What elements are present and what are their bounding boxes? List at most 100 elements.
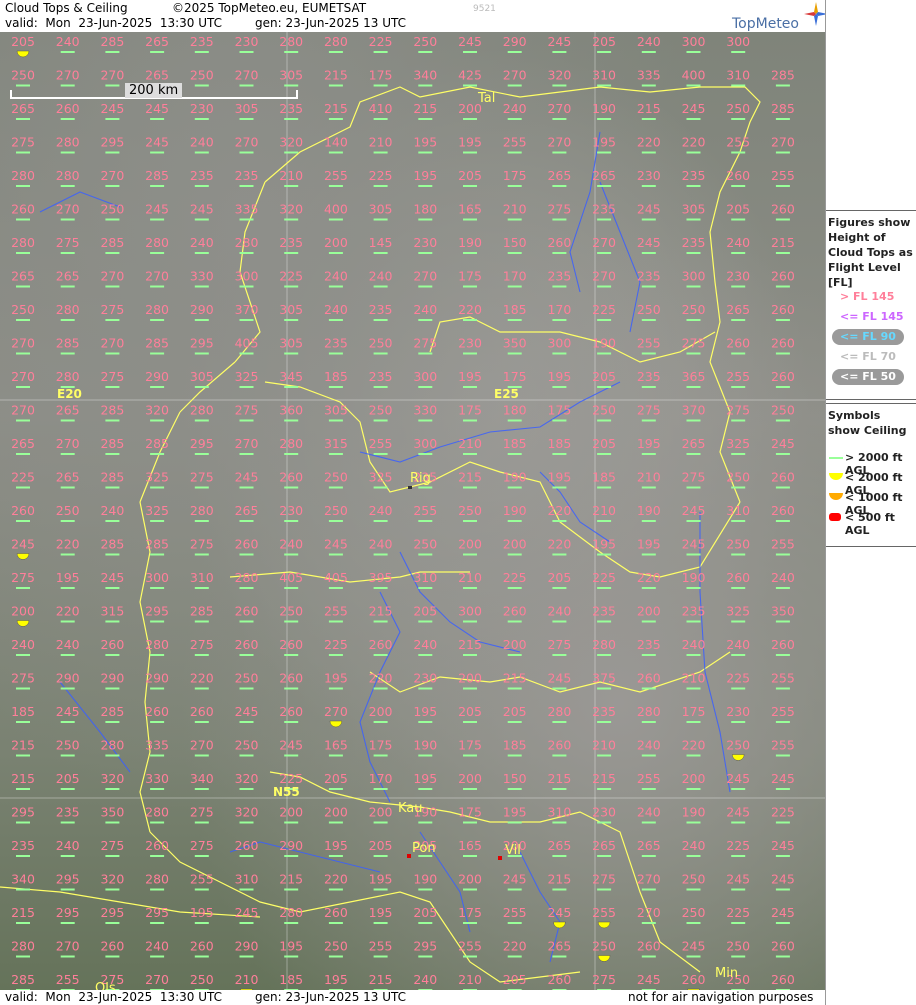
cloud-top-value: 245: [682, 101, 706, 116]
cloud-top-value: 240: [369, 503, 393, 518]
cloud-top-value: 230: [592, 805, 616, 820]
cloud-top-value: 270: [235, 135, 259, 150]
cloud-top-value: 260: [279, 470, 303, 485]
cloud-top-value: 240: [56, 838, 80, 853]
cloud-top-value: 295: [145, 905, 169, 920]
cloud-top-value: 260: [771, 939, 795, 954]
cloud-top-value: 280: [145, 235, 169, 250]
cloud-top-value: 365: [682, 369, 706, 384]
cloud-top-value: 220: [369, 671, 393, 686]
cloud-top-value: 235: [682, 604, 706, 619]
cloud-top-value: 260: [235, 838, 259, 853]
cloud-top-value: 215: [413, 101, 437, 116]
cloud-top-value: 195: [637, 537, 661, 552]
cloud-top-value: 195: [190, 905, 214, 920]
cloud-top-value: 195: [413, 168, 437, 183]
cloud-top-value: 360: [279, 403, 303, 418]
cloud-top-value: 225: [592, 570, 616, 585]
city-vil: Vil: [505, 843, 521, 858]
cloud-top-value: 260: [279, 671, 303, 686]
cloud-top-value: 270: [145, 972, 169, 987]
symbol-swatch: [829, 513, 841, 521]
cloud-top-value: 270: [235, 68, 259, 83]
cloud-top-value: 255: [771, 168, 795, 183]
cloud-top-value: 195: [458, 135, 482, 150]
cloud-top-value: 225: [503, 570, 527, 585]
cloud-top-value: 285: [100, 537, 124, 552]
cloud-top-value: 290: [100, 671, 124, 686]
cloud-top-value: 225: [279, 269, 303, 284]
map-title: Cloud Tops & Ceiling: [5, 1, 128, 15]
cloud-top-value: 280: [235, 570, 259, 585]
cloud-top-value: 245: [682, 503, 706, 518]
cloud-top-value: 235: [592, 604, 616, 619]
cloud-top-value: 240: [637, 34, 661, 49]
cloud-top-value: 195: [547, 369, 571, 384]
cloud-top-value: 270: [637, 905, 661, 920]
cloud-top-value: 280: [145, 805, 169, 820]
cloud-top-value: 275: [190, 637, 214, 652]
cloud-top-value: 340: [190, 771, 214, 786]
cloud-top-value: 290: [145, 369, 169, 384]
cloud-top-value: 195: [413, 135, 437, 150]
disclaimer: not for air navigation purposes: [628, 990, 814, 1004]
header: Cloud Tops & Ceiling ©2025 TopMeteo.eu, …: [0, 0, 828, 32]
cloud-top-value: 270: [592, 269, 616, 284]
cloud-top-value: 195: [56, 570, 80, 585]
cloud-top-value: 260: [145, 838, 169, 853]
cloud-top-value: 395: [369, 570, 393, 585]
cloud-top-value: 250: [682, 905, 706, 920]
cloud-top-value: 225: [11, 470, 35, 485]
cloud-top-value: 195: [413, 771, 437, 786]
cloud-top-value: 255: [503, 905, 527, 920]
cloud-top-value: 260: [279, 637, 303, 652]
cloud-top-value: 200: [458, 671, 482, 686]
cloud-top-value: 275: [190, 805, 214, 820]
cloud-top-value: 270: [771, 135, 795, 150]
legend-panel: Figures show Height of Cloud Tops as Fli…: [825, 0, 916, 1005]
cloud-top-value: 250: [726, 101, 750, 116]
cloud-top-value: 205: [413, 604, 437, 619]
satellite-map[interactable]: 205 240 285 265 235 230 280 280 225 250 245 290 245 2…: [0, 32, 825, 990]
cloud-top-value: 260: [547, 972, 571, 987]
cloud-top-value: 255: [771, 671, 795, 686]
cloud-top-value: 270: [11, 369, 35, 384]
cloud-top-value: 275: [190, 838, 214, 853]
cloud-top-value: 250: [637, 302, 661, 317]
cloud-top-value: 310: [190, 570, 214, 585]
cloud-top-value: 235: [11, 838, 35, 853]
cloud-top-value: 350: [771, 604, 795, 619]
cloud-top-value: 225: [726, 905, 750, 920]
cloud-top-value: 245: [458, 34, 482, 49]
cloud-top-value: 275: [100, 369, 124, 384]
cloud-top-value: 290: [279, 838, 303, 853]
cloud-top-value: 175: [547, 403, 571, 418]
cloud-top-value: 310: [413, 570, 437, 585]
cloud-top-value: 270: [145, 269, 169, 284]
cloud-top-value: 145: [369, 235, 393, 250]
cloud-top-value: 320: [145, 403, 169, 418]
cloud-top-value: 340: [11, 872, 35, 887]
cloud-top-value: 280: [279, 436, 303, 451]
symbol-legend-row: > 2000 ft AGL: [826, 450, 916, 477]
fl-legend-row: <= FL 70: [826, 349, 916, 367]
cloud-top-value: 205: [726, 202, 750, 217]
cloud-top-value: 260: [100, 637, 124, 652]
cloud-top-value: 270: [11, 403, 35, 418]
cloud-top-value: 175: [458, 738, 482, 753]
cloud-top-value: 370: [235, 302, 259, 317]
cloud-top-value: 255: [637, 771, 661, 786]
cloud-top-value: 240: [771, 570, 795, 585]
fl-legend-label: <= FL 145: [840, 310, 904, 323]
cloud-top-value: 235: [369, 302, 393, 317]
cloud-top-value: 180: [503, 403, 527, 418]
ceiling-symbol-low: [16, 553, 30, 560]
cloud-top-value: 305: [369, 202, 393, 217]
cloud-top-value: 220: [56, 537, 80, 552]
cloud-top-value: 250: [726, 939, 750, 954]
cloud-top-value: 205: [503, 704, 527, 719]
cloud-top-value: 215: [369, 604, 393, 619]
cloud-top-value: 285: [100, 704, 124, 719]
cloud-top-value: 280: [592, 637, 616, 652]
cloud-top-value: 285: [100, 34, 124, 49]
